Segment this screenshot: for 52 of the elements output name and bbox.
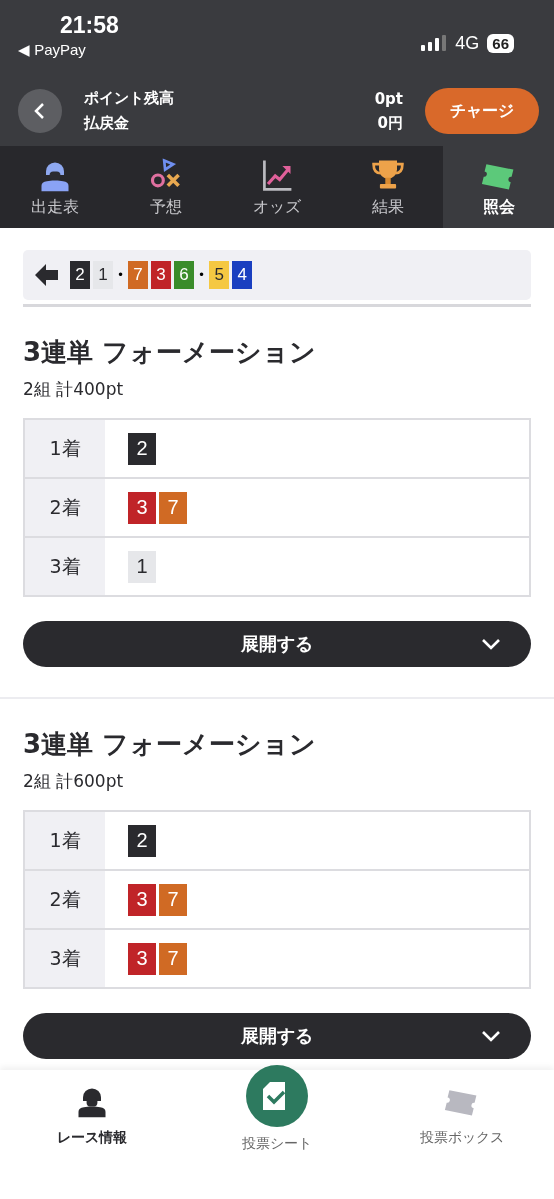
place-cell: 3着: [25, 538, 105, 595]
battery-indicator: 66: [487, 33, 514, 53]
back-button[interactable]: [18, 89, 62, 133]
separator-dot: •: [116, 268, 126, 282]
horse-number: 3: [128, 883, 156, 916]
nav-tab[interactable]: 出走表: [0, 146, 111, 228]
horse-number: 3: [128, 942, 156, 975]
separator-dot: •: [197, 268, 207, 282]
bet-summary: 2組 計400pt: [23, 378, 125, 401]
balance-label: ポイント残高: [84, 89, 175, 108]
expand-button[interactable]: 展開する: [23, 621, 531, 667]
arrow-left-icon: [35, 264, 59, 286]
place-cell: 2着: [25, 479, 105, 536]
horse-number: 7: [159, 491, 187, 524]
bet-summary: 2組 計600pt: [23, 770, 125, 793]
balance-value: 0pt: [374, 89, 403, 108]
nav-tab[interactable]: 結果: [332, 146, 444, 228]
balance-value: 0円: [377, 113, 403, 133]
horse-number: 3: [128, 491, 156, 524]
nav-tab[interactable]: オッズ: [221, 146, 333, 228]
bottom-nav-item[interactable]: 投票シート: [202, 1064, 352, 1154]
horse-number: 2: [128, 824, 156, 857]
bottom-nav-item[interactable]: レース情報: [17, 1082, 168, 1148]
back-to-app-link[interactable]: ◀ PayPay: [18, 41, 86, 59]
horse-number: 4: [232, 261, 253, 289]
horse-number: 2: [128, 432, 156, 465]
horse-number: 2: [70, 261, 90, 289]
horse-number: 5: [209, 261, 230, 289]
bet-title: 3連単 フォーメーション: [23, 336, 318, 369]
place-cell: 1着: [25, 812, 105, 869]
chevron-down-icon: [481, 1030, 501, 1042]
network-label: 4G: [455, 32, 480, 54]
horse-number: 6: [174, 261, 195, 289]
horse-number: 1: [93, 261, 113, 289]
horse-number: 7: [159, 942, 187, 975]
balance-label: 払戻金: [84, 114, 130, 133]
status-time: 21:58: [60, 12, 119, 39]
place-cell: 2着: [25, 871, 105, 928]
place-cell: 3着: [25, 930, 105, 987]
nav-tab[interactable]: 予想: [110, 146, 222, 228]
expand-button[interactable]: 展開する: [23, 1013, 531, 1059]
horse-number: 7: [128, 261, 149, 289]
horse-number: 3: [151, 261, 172, 289]
signal-icon: [421, 35, 448, 51]
horse-number: 1: [128, 550, 156, 583]
bottom-nav-item[interactable]: 投票ボックス: [386, 1082, 537, 1148]
nav-tab[interactable]: 照会: [443, 146, 554, 228]
horse-number: 7: [159, 883, 187, 916]
charge-button[interactable]: チャージ: [425, 88, 539, 134]
place-cell: 1着: [25, 420, 105, 477]
bet-title: 3連単 フォーメーション: [23, 728, 318, 761]
chevron-down-icon: [481, 638, 501, 650]
